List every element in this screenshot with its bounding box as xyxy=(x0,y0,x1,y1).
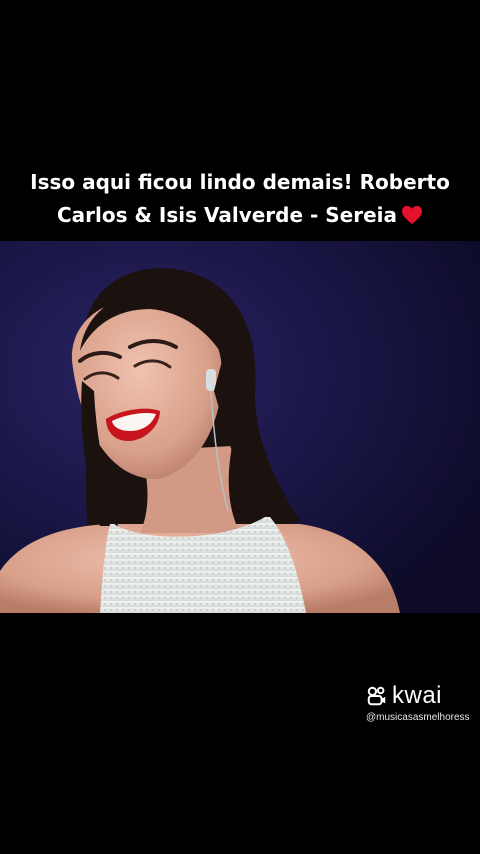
creator-handle[interactable]: @musicasasmelhoress xyxy=(366,711,474,725)
video-frame[interactable] xyxy=(0,241,480,613)
caption-line-1: Isso aqui ficou lindo demais! Roberto xyxy=(30,170,450,194)
kwai-logo-icon xyxy=(367,686,386,706)
video-still-illustration xyxy=(0,241,480,613)
screen: Isso aqui ficou lindo demais! Roberto Ca… xyxy=(0,0,480,854)
kwai-brand-text: kwai xyxy=(392,682,443,709)
video-caption: Isso aqui ficou lindo demais! Roberto Ca… xyxy=(0,166,480,232)
caption-line-2-wrap: Carlos & Isis Valverde - Sereia xyxy=(0,199,480,232)
heart-icon xyxy=(402,205,423,225)
caption-line-2: Carlos & Isis Valverde - Sereia xyxy=(56,203,398,227)
kwai-logo: kwai xyxy=(366,683,476,709)
kwai-watermark: kwai @musicasasmelhoress xyxy=(366,683,476,725)
